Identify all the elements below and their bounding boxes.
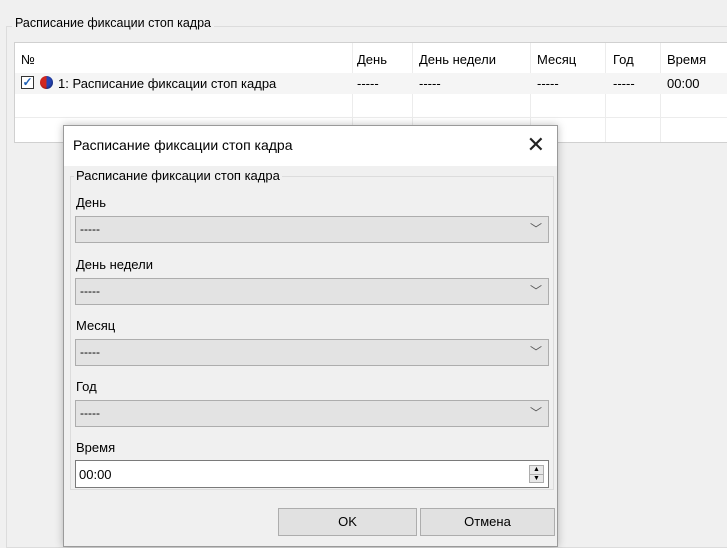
time-input[interactable]: 00:00 ▲ ▼ — [75, 460, 549, 488]
row-day: ----- — [357, 76, 379, 91]
row-month: ----- — [537, 76, 559, 91]
year-select[interactable]: ----- ﹀ — [75, 400, 549, 427]
dialog-title: Расписание фиксации стоп кадра — [73, 137, 293, 153]
time-label: Время — [76, 440, 116, 455]
column-header-time[interactable]: Время — [667, 52, 706, 67]
chevron-down-icon: ﹀ — [529, 284, 542, 298]
chevron-down-icon: ﹀ — [529, 406, 542, 420]
spin-down-icon[interactable]: ▼ — [530, 474, 543, 483]
chevron-down-icon: ﹀ — [529, 222, 542, 236]
globe-icon — [40, 76, 53, 89]
column-header-year[interactable]: Год — [613, 52, 634, 67]
month-label: Месяц — [76, 318, 116, 333]
ok-button[interactable]: OK — [278, 508, 417, 536]
table-header: № День День недели Месяц Год Время — [15, 43, 727, 73]
checkmark-icon: ✓ — [22, 75, 33, 89]
day-label: День — [76, 195, 106, 210]
dialog-group-title: Расписание фиксации стоп кадра — [74, 168, 282, 183]
table-row[interactable]: ✓ 1: Расписание фиксации стоп кадра ----… — [15, 73, 727, 94]
schedule-dialog: Расписание фиксации стоп кадра ✕ Расписа… — [63, 125, 558, 547]
year-label: Год — [76, 379, 97, 394]
row-time: 00:00 — [667, 76, 700, 91]
column-header-month[interactable]: Месяц — [537, 52, 576, 67]
group-title: Расписание фиксации стоп кадра — [12, 16, 214, 30]
cancel-button[interactable]: Отмена — [420, 508, 555, 536]
close-icon[interactable]: ✕ — [527, 132, 545, 158]
dialog-titlebar[interactable]: Расписание фиксации стоп кадра ✕ — [64, 126, 557, 166]
chevron-down-icon: ﹀ — [529, 345, 542, 359]
weekday-select-value: ----- — [80, 284, 100, 298]
year-select-value: ----- — [80, 406, 100, 420]
column-header-day[interactable]: День — [357, 52, 387, 67]
column-header-number[interactable]: № — [21, 52, 35, 67]
month-select-value: ----- — [80, 345, 100, 359]
day-select[interactable]: ----- ﹀ — [75, 216, 549, 243]
row-name: 1: Расписание фиксации стоп кадра — [58, 76, 277, 91]
row-year: ----- — [613, 76, 635, 91]
spin-arrows-icon[interactable]: ▲ ▼ — [529, 465, 544, 483]
weekday-select[interactable]: ----- ﹀ — [75, 278, 549, 305]
month-select[interactable]: ----- ﹀ — [75, 339, 549, 366]
row-checkbox[interactable]: ✓ — [21, 76, 34, 89]
spin-up-icon[interactable]: ▲ — [530, 466, 543, 474]
row-divider — [15, 117, 727, 118]
day-select-value: ----- — [80, 222, 100, 236]
row-weekday: ----- — [419, 76, 441, 91]
time-input-value: 00:00 — [79, 467, 112, 482]
column-header-weekday[interactable]: День недели — [419, 52, 496, 67]
weekday-label: День недели — [76, 257, 153, 272]
